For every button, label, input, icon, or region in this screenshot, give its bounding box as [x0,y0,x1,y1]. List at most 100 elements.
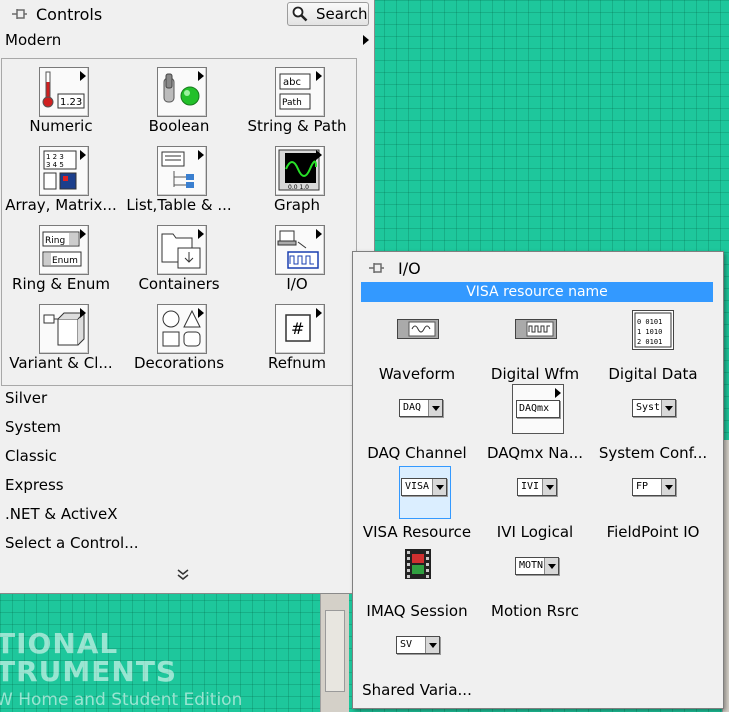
ring-enum-icon: Ring Enum [39,225,89,275]
category-silver[interactable]: Silver [0,384,375,413]
tile-motion-resource[interactable]: MOTN Motion Rsrc [476,546,594,625]
submenu-arrow-icon [80,150,86,160]
daqmx-name-icon: DAQmx [512,384,564,434]
tile-variant-class[interactable]: Variant & Cl... [2,296,120,375]
tile-system-config[interactable]: Syst System Conf... [594,388,712,467]
tile-daq-channel[interactable]: DAQ DAQ Channel [358,388,476,467]
submenu-arrow-icon [198,150,204,160]
tile-string-path[interactable]: abc Path String & Path [238,59,356,138]
search-icon [292,6,308,22]
string-path-icon: abc Path [275,67,325,117]
svg-text:#: # [291,319,304,338]
decorations-icon [157,304,207,354]
dropdown-text: FP [636,481,649,492]
tile-label: Containers [138,275,220,293]
category-label: Modern [5,31,62,49]
tile-ivi-logical[interactable]: IVI IVI Logical [476,467,594,546]
pushpin-icon[interactable] [367,260,385,279]
front-panel-scrollbar[interactable] [320,590,349,712]
tile-list-table[interactable]: List,Table & ... [120,138,238,217]
tile-refnum[interactable]: # Refnum [238,296,356,375]
io-titlebar: I/O [353,252,723,282]
tile-label: String & Path [247,117,347,135]
tile-label: VISA Resource [362,523,472,541]
ni-logo-watermark: TIONAL TRUMENTS W Home and Student Editi… [0,626,330,712]
category-classic[interactable]: Classic [0,442,375,471]
submenu-arrow-icon [198,71,204,81]
tile-label: Digital Wfm [490,365,580,383]
dropdown-arrow-icon [425,637,439,653]
bits-row-0: 0 0101 [637,318,662,326]
svg-text:Ring: Ring [45,236,65,246]
dropdown-arrow-icon [661,400,675,416]
tile-decorations[interactable]: Decorations [120,296,238,375]
tile-array-matrix[interactable]: 1 2 3 3 4 5 Array, Matrix... [2,138,120,217]
numeric-icon: 1.23 [39,67,89,117]
boolean-icon [157,67,207,117]
variant-class-icon [39,304,89,354]
tile-numeric[interactable]: 1.23 Numeric [2,59,120,138]
category-express[interactable]: Express [0,471,375,500]
tile-label: DAQ Channel [367,444,467,462]
motion-resource-icon: MOTN [515,557,559,575]
palette-title: Controls [36,5,103,24]
svg-text:Path: Path [282,98,302,108]
tile-visa-resource[interactable]: VISA VISA Resource [358,466,476,546]
dropdown-text: VISA [405,481,430,492]
dropdown-arrow-icon [542,479,556,495]
category-system[interactable]: System [0,413,375,442]
tile-ring-enum[interactable]: Ring Enum Ring & Enum [2,217,120,296]
daq-channel-icon: DAQ [399,399,443,417]
expand-chevron-icon[interactable] [176,566,190,585]
daqmx-dropdown: DAQmx [516,400,560,418]
pushpin-icon[interactable] [10,6,28,25]
tile-boolean[interactable]: Boolean [120,59,238,138]
tile-daqmx-name[interactable]: DAQmx DAQmx Na... [476,384,594,467]
bits-row-1: 1 1010 [637,328,662,336]
palette-title: I/O [398,259,421,278]
tile-io[interactable]: I/O [238,217,356,296]
submenu-arrow-icon [363,35,369,45]
tile-label: List,Table & ... [126,196,232,214]
category-dotnet-activex[interactable]: .NET & ActiveX [0,500,375,529]
tile-fieldpoint-io[interactable]: FP FieldPoint IO [594,467,712,546]
shared-variable-icon: SV [396,636,440,654]
tile-waveform[interactable]: Waveform [358,309,476,388]
digital-data-icon: 0 0101 1 1010 2 0101 [632,310,674,350]
dropdown-text: DAQmx [519,403,550,414]
category-label: Silver [5,389,48,407]
dropdown-text: IVI [521,481,540,492]
search-button[interactable]: Search [287,2,369,26]
tile-label: Numeric [29,117,93,135]
imaq-session-icon [404,548,432,580]
submenu-arrow-icon [316,71,322,81]
tile-containers[interactable]: Containers [120,217,238,296]
containers-icon [157,225,207,275]
dropdown-arrow-icon [661,479,675,495]
category-modern[interactable]: Modern [0,26,375,55]
svg-text:Enum: Enum [52,256,78,266]
array-matrix-icon: 1 2 3 3 4 5 [39,146,89,196]
tile-label: Array, Matrix... [5,196,117,214]
tile-label: Shared Varia... [362,681,472,699]
tile-label: Graph [273,196,320,214]
visa-resource-icon: VISA [401,478,447,496]
tile-imaq-session[interactable]: IMAQ Session [358,546,476,625]
refnum-icon: # [275,304,325,354]
tile-label: Refnum [268,354,326,372]
tile-shared-variable[interactable]: SV Shared Varia... [358,625,476,704]
submenu-arrow-icon [80,71,86,81]
tile-label: Decorations [133,354,225,372]
submenu-arrow-icon [198,308,204,318]
digital-waveform-icon [515,319,557,339]
submenu-arrow-icon [316,308,322,318]
dropdown-text: MOTN [519,560,544,571]
tile-digital-data[interactable]: 0 0101 1 1010 2 0101 Digital Data [594,309,712,388]
tile-digital-waveform[interactable]: Digital Wfm [476,309,594,388]
tile-label: Variant & Cl... [9,354,113,372]
system-config-icon: Syst [632,399,676,417]
scrollbar-thumb[interactable] [325,610,345,692]
tile-graph[interactable]: 0.0 1.0 Graph [238,138,356,217]
select-a-control[interactable]: Select a Control... [0,529,375,558]
dropdown-arrow-icon [428,400,442,416]
